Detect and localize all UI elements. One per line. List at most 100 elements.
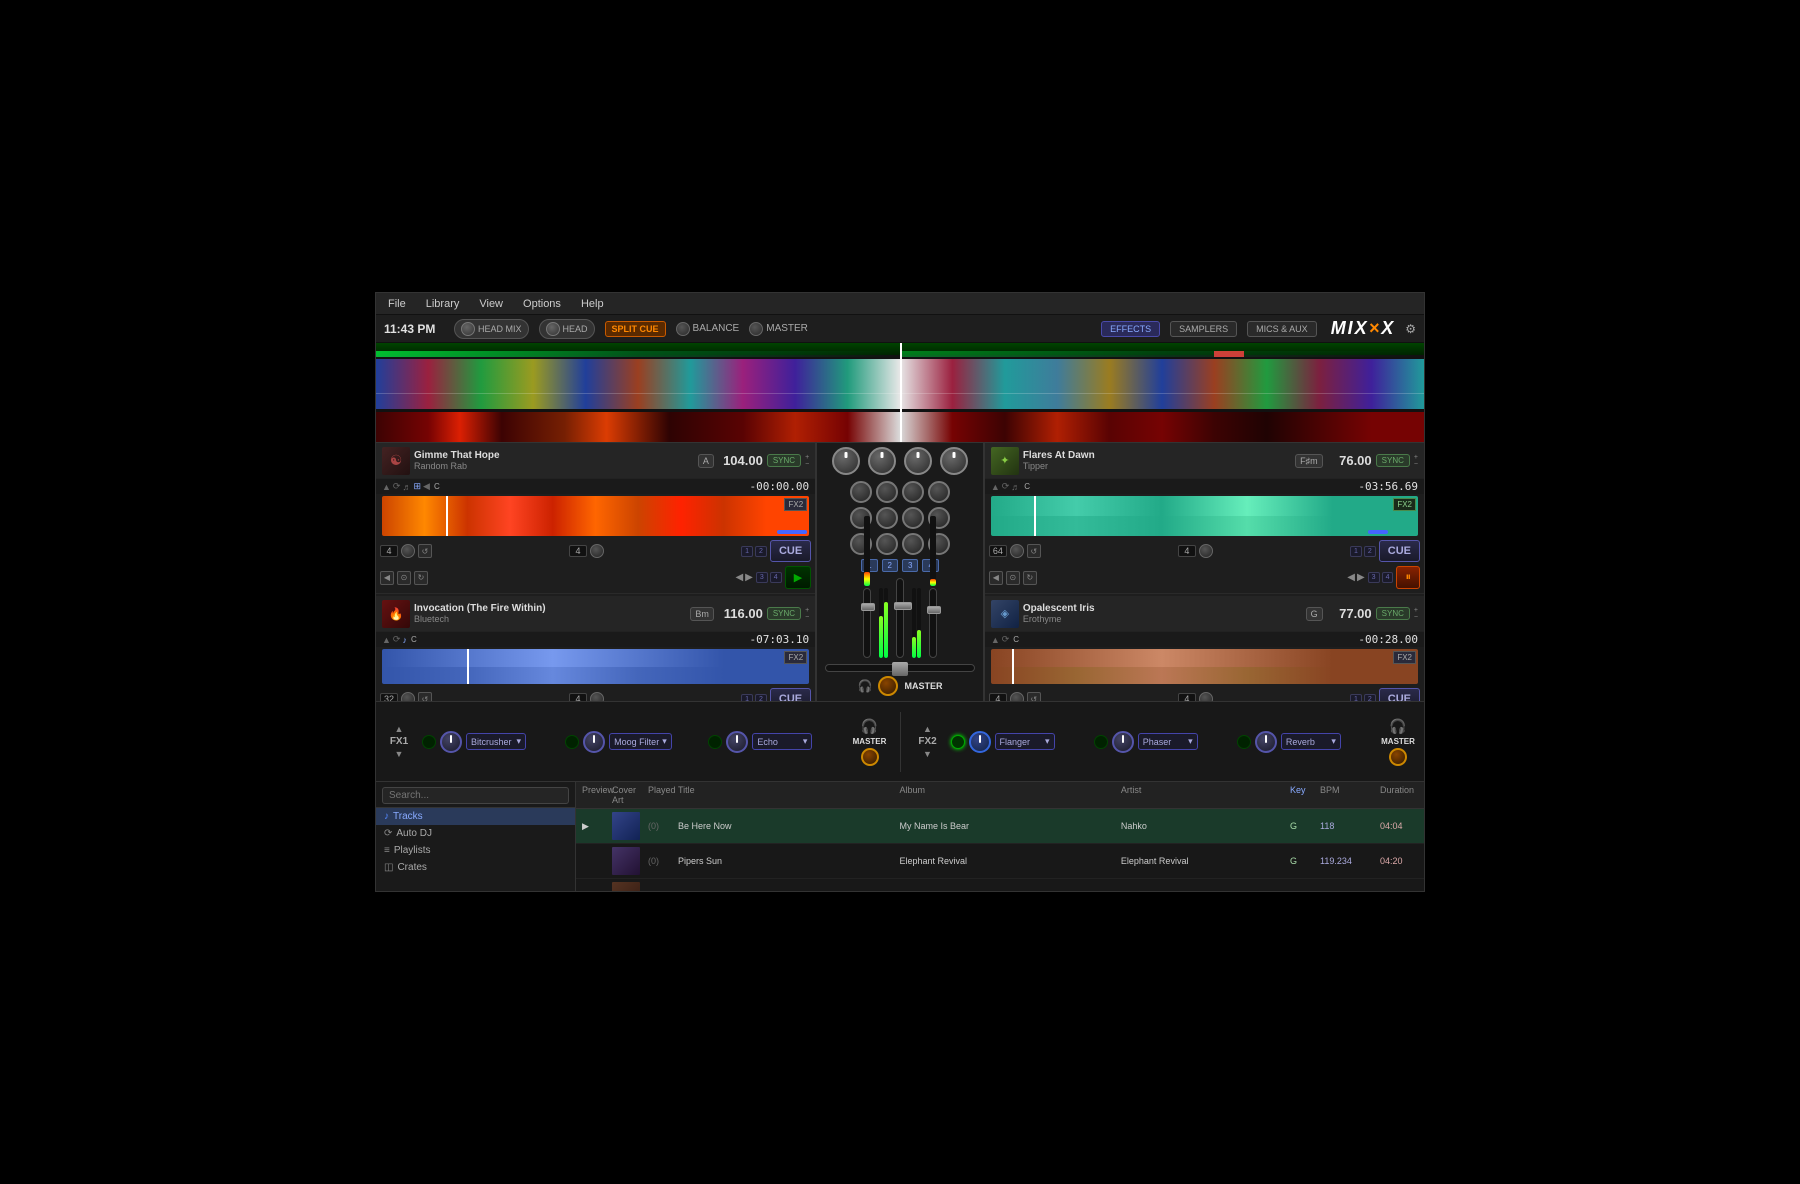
deck-2b-pfl-icon[interactable]: ▲: [991, 635, 1000, 645]
deck-1b-rate-up[interactable]: +: [805, 607, 809, 614]
fx1-scroll-down[interactable]: ▼: [395, 749, 404, 759]
col-header-duration[interactable]: Duration: [1374, 784, 1424, 806]
mixer-eq-mid-3[interactable]: [902, 507, 924, 529]
deck-2b-rate-up[interactable]: +: [1414, 607, 1418, 614]
crossfader-handle[interactable]: [892, 662, 908, 676]
head-mix-button[interactable]: HEAD MIX: [454, 319, 529, 339]
deck-2b-hotcue1[interactable]: 1: [1350, 694, 1362, 702]
deck-2b-beat-size[interactable]: 4: [1178, 693, 1196, 701]
deck-1a-keylock-icon[interactable]: ♬: [402, 482, 411, 492]
fx-dropdown-reverb[interactable]: Reverb ▾: [1281, 733, 1341, 750]
fx-knob-flanger-1[interactable]: [969, 731, 991, 753]
deck-1a-sync-button[interactable]: SYNC: [767, 454, 801, 467]
deck-2a-play-button[interactable]: ⏸: [1396, 566, 1420, 589]
library-nav-autodj[interactable]: ⟳ Auto DJ: [376, 825, 575, 842]
balance-button[interactable]: BALANCE: [676, 322, 740, 336]
fx-enable-flanger[interactable]: [951, 735, 965, 749]
deck-2b-cue-button[interactable]: CUE: [1379, 688, 1420, 701]
deck-1a-hotcue3[interactable]: 3: [756, 572, 768, 583]
col-header-bpm[interactable]: BPM: [1314, 784, 1374, 806]
deck-1a-loop-size[interactable]: 4: [380, 545, 398, 557]
deck-1b-beats-icon[interactable]: ♪: [402, 635, 407, 645]
deck-2b-loop-icon[interactable]: ⟳: [1002, 634, 1010, 645]
deck-1b-pfl-icon[interactable]: ▲: [382, 635, 391, 645]
deck-1a-info-btn[interactable]: ⊙: [397, 571, 411, 585]
deck-1a-rate-knob[interactable]: [401, 544, 415, 558]
deck-2a-info-btn[interactable]: ⊙: [1006, 571, 1020, 585]
micsaux-button[interactable]: MICS & AUX: [1247, 321, 1317, 337]
split-cue-button[interactable]: SPLIT CUE: [605, 321, 666, 337]
mixer-eq-mid-2[interactable]: [876, 507, 898, 529]
effects-button[interactable]: EFFECTS: [1101, 321, 1160, 337]
deck-1b-rate-knob[interactable]: [401, 692, 415, 701]
deck-2a-beat-size[interactable]: 4: [1178, 545, 1196, 557]
fx-dropdown-echo[interactable]: Echo ▾: [752, 733, 812, 750]
library-nav-playlists[interactable]: ≡ Playlists: [376, 842, 575, 859]
deck-1b-hotcue2[interactable]: 2: [755, 694, 767, 702]
mixer-eq-high-2[interactable]: [876, 481, 898, 503]
deck-2a-loop-out[interactable]: ▶: [1357, 572, 1365, 583]
fx2-scroll-up[interactable]: ▲: [923, 724, 932, 734]
menu-file[interactable]: File: [384, 296, 410, 312]
deck-2a-loop-size[interactable]: 64: [989, 545, 1007, 557]
deck-2a-keylock-icon[interactable]: ♬: [1011, 482, 1020, 492]
fader-ch1[interactable]: [863, 588, 871, 658]
fader-main-handle[interactable]: [894, 602, 912, 610]
fx-knob-reverb-1[interactable]: [1255, 731, 1277, 753]
mixer-eq-high-1[interactable]: [850, 481, 872, 503]
deck-1b-hotcue1[interactable]: 1: [741, 694, 753, 702]
settings-icon[interactable]: ⚙: [1405, 322, 1416, 336]
deck-1a-reset-btn[interactable]: ↺: [418, 544, 432, 558]
deck-1a-fx2-badge[interactable]: FX2: [784, 498, 807, 511]
track-row-1[interactable]: (0) Pipers Sun Elephant Revival Elephant…: [576, 844, 1424, 879]
deck-2b-hotcue2[interactable]: 2: [1364, 694, 1376, 702]
deck-2a-sync-button[interactable]: SYNC: [1376, 454, 1410, 467]
fx-knob-moogfilter-1[interactable]: [583, 731, 605, 753]
mixer-gain-ch4-knob[interactable]: [940, 447, 968, 475]
deck-2a-pfl-icon[interactable]: ▲: [991, 482, 1000, 492]
deck-2a-cue-button[interactable]: CUE: [1379, 540, 1420, 562]
deck-1b-rate-down[interactable]: −: [805, 614, 809, 621]
fx-knob-bitcrusher-1[interactable]: [440, 731, 462, 753]
deck-2a-hotcue4[interactable]: 4: [1382, 572, 1394, 583]
col-header-cover[interactable]: Cover Art: [606, 784, 642, 806]
mixer-eq-low-3[interactable]: [902, 533, 924, 555]
deck-2b-waveform[interactable]: FX1 FX2: [991, 649, 1418, 684]
library-nav-tracks[interactable]: ♪ Tracks: [376, 808, 575, 825]
deck-1a-loop-in[interactable]: ◀: [735, 572, 743, 583]
deck-2a-rate-knob[interactable]: [1010, 544, 1024, 558]
mixer-pfl-2[interactable]: 2: [882, 559, 898, 572]
fx-enable-echo[interactable]: [708, 735, 722, 749]
fader-ch3-handle[interactable]: [927, 606, 941, 614]
deck-2a-rate-up[interactable]: +: [1414, 454, 1418, 461]
waveform-overview[interactable]: [376, 343, 1424, 443]
deck-1b-loop-size[interactable]: 32: [380, 693, 398, 701]
mixer-gain-ch3-knob[interactable]: [904, 447, 932, 475]
deck-1b-cue-button[interactable]: CUE: [770, 688, 811, 701]
fader-ch1-handle[interactable]: [861, 603, 875, 611]
deck-1b-tempo-knob[interactable]: [590, 692, 604, 701]
fx-enable-moogfilter[interactable]: [565, 735, 579, 749]
deck-2b-fx2-badge[interactable]: FX2: [1393, 651, 1416, 664]
deck-1b-reset-btn[interactable]: ↺: [418, 692, 432, 701]
menu-view[interactable]: View: [475, 296, 507, 312]
fx-dropdown-phaser[interactable]: Phaser ▾: [1138, 733, 1198, 750]
deck-1b-waveform[interactable]: FX1 FX2: [382, 649, 809, 684]
deck-1a-rate-down[interactable]: −: [805, 461, 809, 468]
deck-1a-pfl-icon[interactable]: ▲: [382, 482, 391, 492]
library-nav-crates[interactable]: ◫ Crates: [376, 859, 575, 876]
deck-1a-play-button[interactable]: ▶: [785, 566, 811, 589]
deck-2a-fx2-badge[interactable]: FX2: [1393, 498, 1416, 511]
fx2-master-knob[interactable]: [1389, 748, 1407, 766]
mixer-eq-low-2[interactable]: [876, 533, 898, 555]
deck-1a-beats-icon[interactable]: ⊞: [413, 481, 421, 492]
deck-2a-tempo-knob[interactable]: [1199, 544, 1213, 558]
deck-2a-loop-in[interactable]: ◀: [1347, 572, 1355, 583]
deck-1b-loop-icon[interactable]: ⟳: [393, 634, 401, 645]
mixer-master-knob[interactable]: [878, 676, 898, 696]
deck-1a-intro-icon[interactable]: ◀: [423, 481, 430, 492]
deck-2b-tempo-knob[interactable]: [1199, 692, 1213, 701]
deck-2a-hotcue2[interactable]: 2: [1364, 546, 1376, 557]
fx-dropdown-bitcrusher[interactable]: Bitcrusher ▾: [466, 733, 526, 750]
col-header-album[interactable]: Album: [893, 784, 1114, 806]
